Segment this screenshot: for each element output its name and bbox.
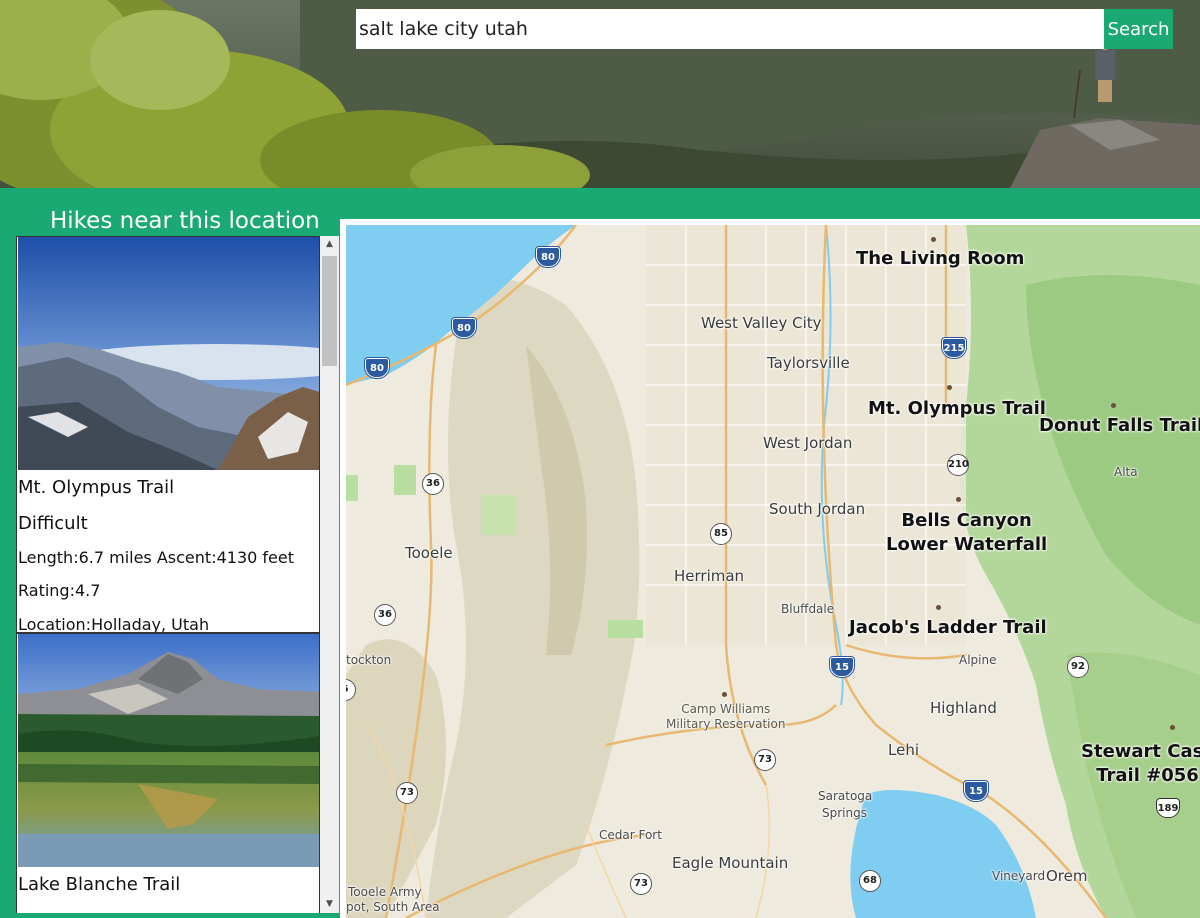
map-trail-bells-canyon[interactable]: Bells Canyon Lower Waterfall [886,509,1047,557]
map-label-bluffdale: Bluffdale [781,602,835,616]
map-label-springs: Springs [822,806,867,820]
hike-name[interactable]: Lake Blanche Trail [18,874,180,895]
map-label-west-valley-city: West Valley City [701,314,822,332]
state-route-shield-icon: 85 [710,523,732,545]
search-button[interactable]: Search [1104,9,1173,49]
hike-card[interactable]: Lake Blanche Trail [16,633,320,913]
hike-difficulty: Difficult [18,513,88,534]
map-label-south-jordan: South Jordan [769,500,866,518]
state-route-shield-icon: 68 [859,870,881,892]
map-trail-stewart-cascades[interactable]: Stewart Casc Trail #056 [1081,740,1200,788]
map-label-vineyard: Vineyard [992,869,1046,883]
map-label-lehi: Lehi [888,741,919,759]
interstate-shield-icon: 80 [452,318,476,338]
scroll-thumb[interactable] [322,256,337,366]
map-label-highland: Highland [930,699,997,717]
hike-list-panel: Mt. Olympus Trail Difficult Length:6.7 m… [16,236,339,913]
interstate-shield-icon: 215 [942,338,966,358]
map[interactable]: The Living Room West Valley City Taylors… [346,225,1200,918]
hike-rating: Rating:4.7 [18,581,101,600]
map-label-alpine: Alpine [959,653,997,667]
map-trail-mt-olympus[interactable]: Mt. Olympus Trail [868,397,1046,421]
map-label-camp-williams: Camp Williams Military Reservation [666,702,786,731]
hike-card[interactable]: Mt. Olympus Trail Difficult Length:6.7 m… [16,236,320,633]
scroll-down-arrow-icon[interactable]: ▼ [320,896,339,913]
state-route-shield-icon: 73 [754,749,776,771]
hike-photo [18,237,319,470]
map-poi-marker[interactable] [956,497,961,502]
hike-photo [18,634,319,867]
scroll-up-arrow-icon[interactable]: ▲ [320,236,339,253]
hike-location: Location:Holladay, Utah [18,615,210,633]
interstate-shield-icon: 15 [830,657,854,677]
state-route-shield-icon: 36 [422,473,444,495]
map-label-tooele-army: Tooele Army [348,885,422,899]
map-label-west-jordan: West Jordan [763,434,853,452]
map-trail-jacobs-ladder[interactable]: Jacob's Ladder Trail [849,616,1047,640]
map-poi-marker[interactable] [931,237,936,242]
map-label-living-room[interactable]: The Living Room [856,247,1024,271]
map-label-orem: Orem [1046,867,1088,885]
map-label-taylorsville: Taylorsville [767,354,850,372]
interstate-shield-icon: 80 [365,358,389,378]
state-route-shield-icon: 92 [1067,656,1089,678]
interstate-shield-icon: 15 [964,781,988,801]
state-route-shield-icon: 73 [630,873,652,895]
search-form: Search [356,9,1173,49]
map-label-depot-south-area: pot, South Area [346,900,440,914]
map-label-alta: Alta [1114,465,1138,479]
hike-length-ascent: Length:6.7 miles Ascent:4130 feet [18,548,294,567]
interstate-shield-icon: 80 [536,247,560,267]
hero-banner: Search [0,0,1200,188]
map-label-stockton: tockton [346,653,392,667]
map-label-saratoga: Saratoga [818,789,873,803]
map-label-tooele: Tooele [405,544,453,562]
map-poi-marker[interactable] [722,692,727,697]
state-route-shield-icon: 73 [396,782,418,804]
map-label-eagle-mountain: Eagle Mountain [672,854,789,872]
us-route-shield-icon: 189 [1156,798,1180,818]
hikes-list-title: Hikes near this location [50,208,320,234]
map-trail-donut-falls[interactable]: Donut Falls Trail [1039,414,1200,438]
map-poi-marker[interactable] [936,605,941,610]
search-input[interactable] [356,9,1104,49]
map-poi-marker[interactable] [1170,725,1175,730]
hike-name[interactable]: Mt. Olympus Trail [18,477,174,498]
map-label-cedar-fort: Cedar Fort [599,828,662,842]
hike-list-scrollbar[interactable]: ▲ ▼ [320,236,339,913]
map-poi-marker[interactable] [1111,403,1116,408]
hike-list: Mt. Olympus Trail Difficult Length:6.7 m… [16,236,320,913]
state-route-shield-icon: 210 [947,454,969,476]
map-label-herriman: Herriman [674,567,745,585]
state-route-shield-icon: 36 [374,604,396,626]
map-poi-marker[interactable] [947,385,952,390]
